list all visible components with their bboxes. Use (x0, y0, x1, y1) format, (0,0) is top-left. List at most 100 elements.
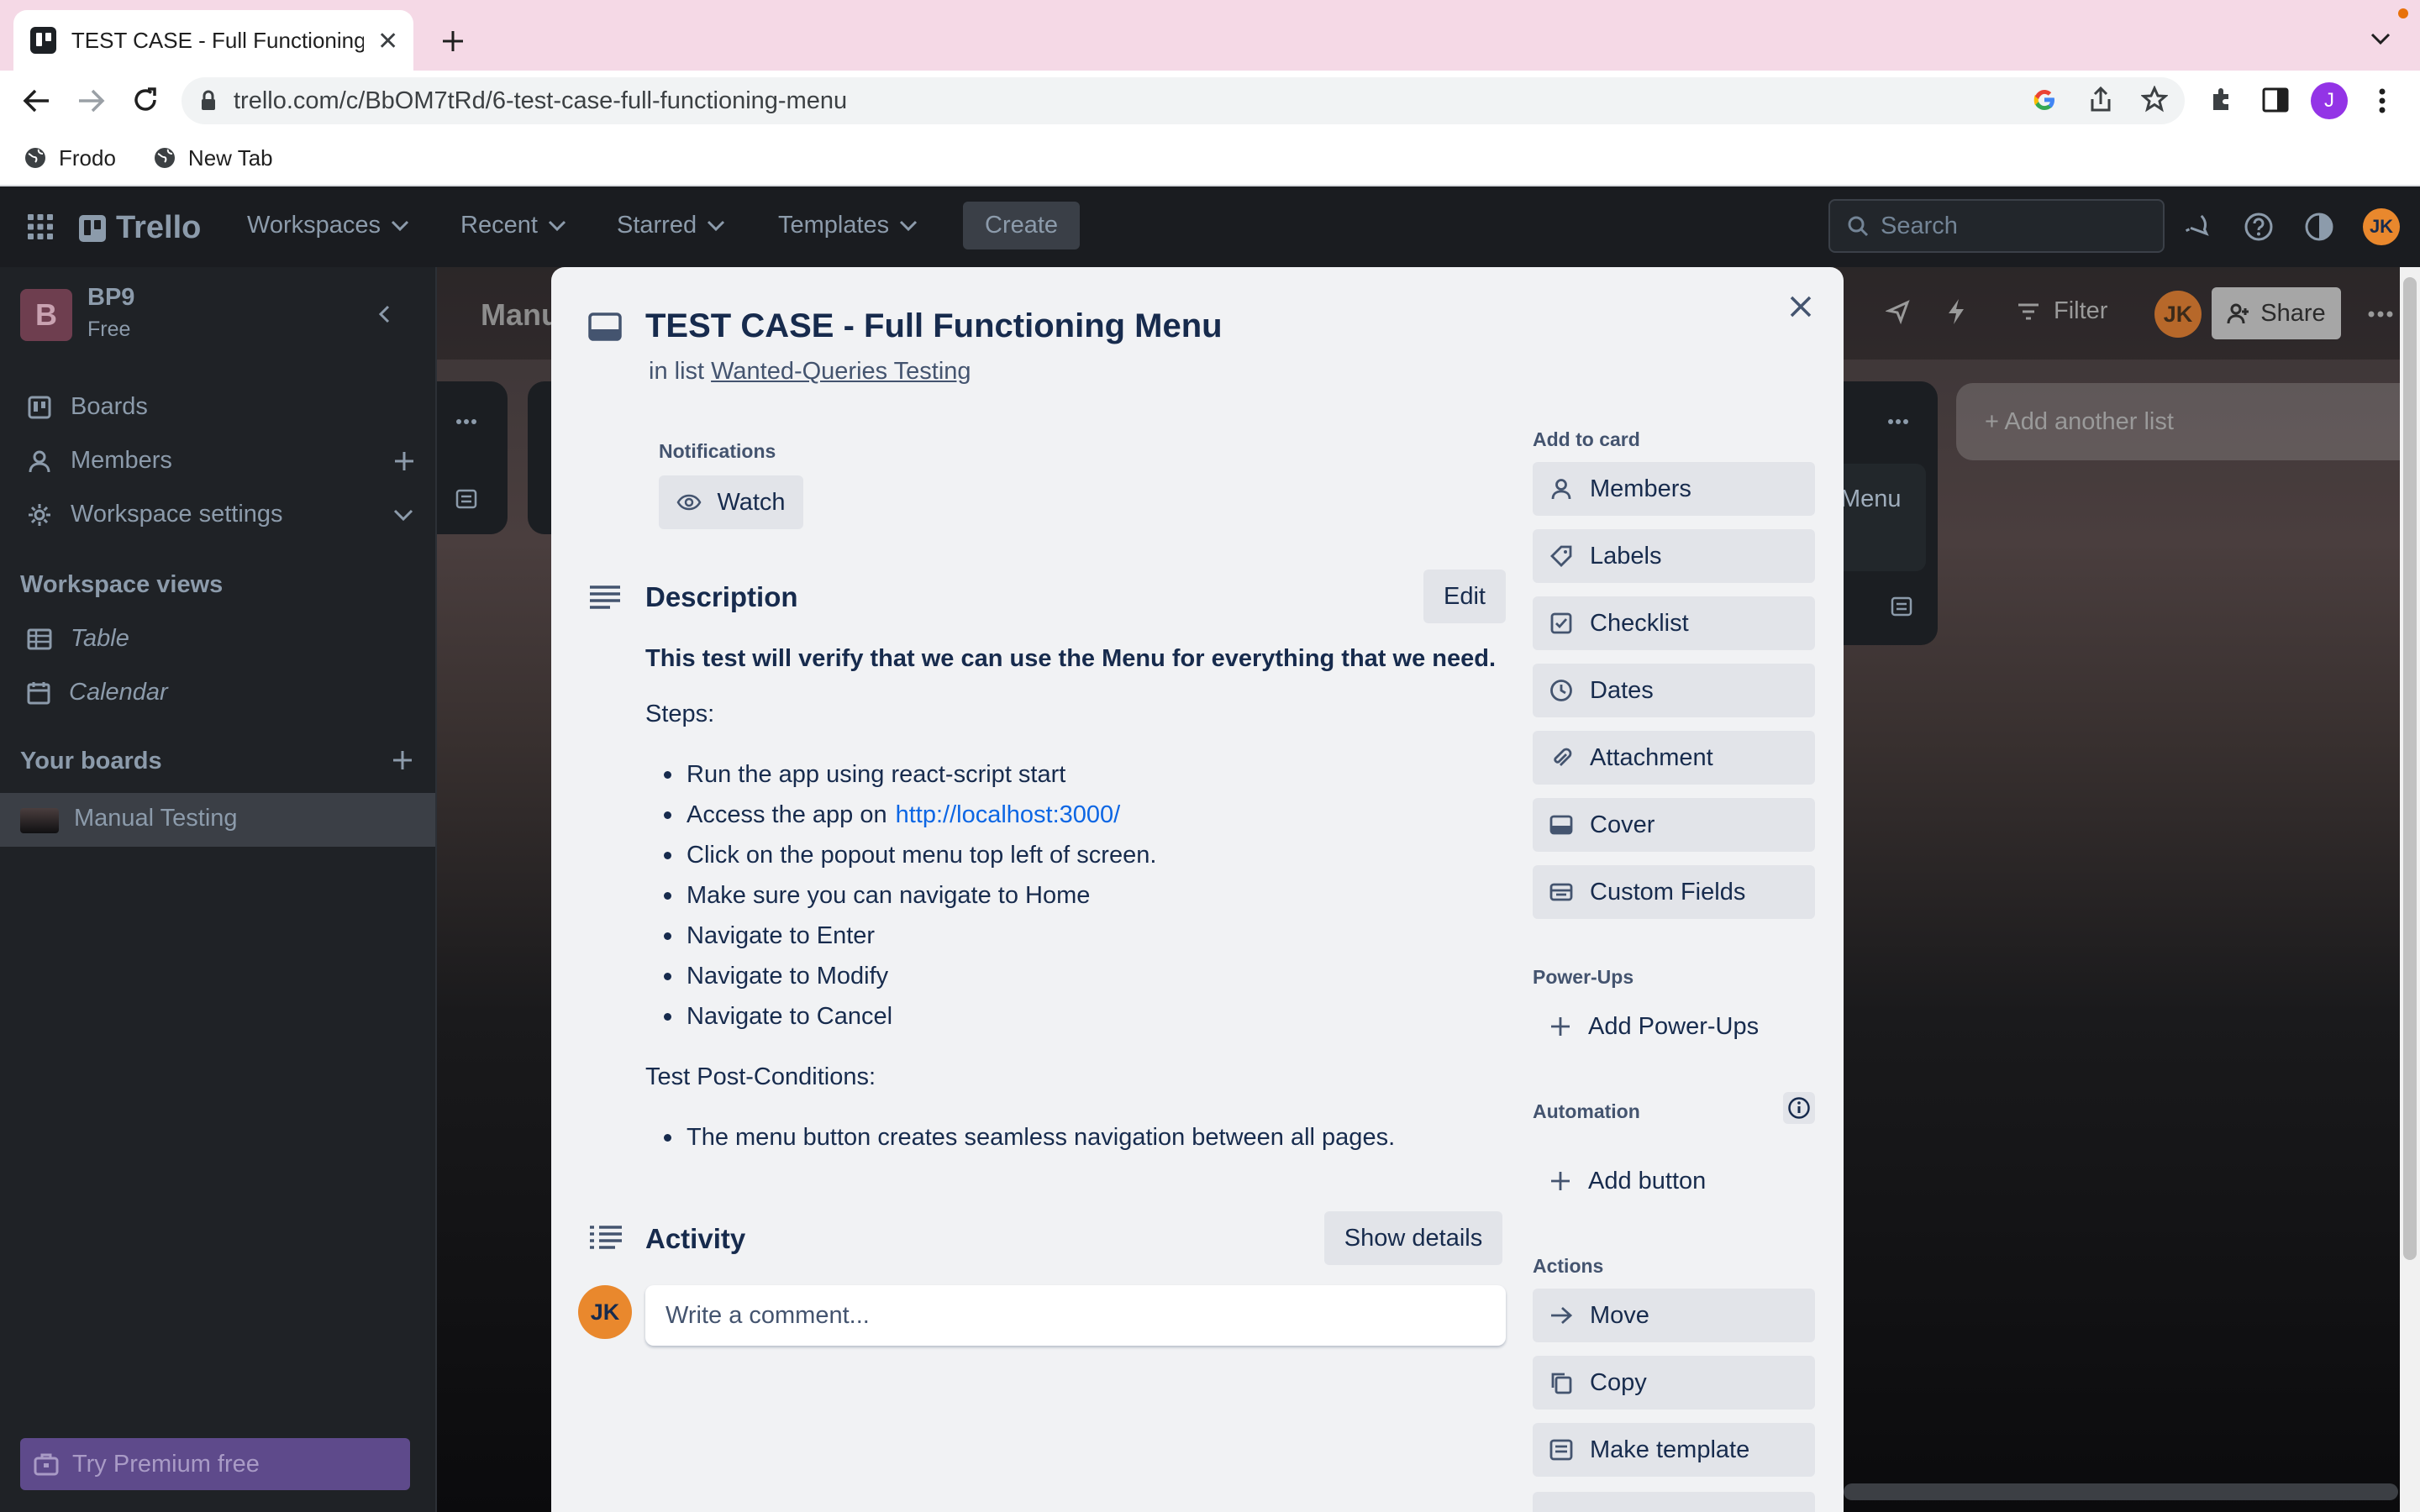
search-icon (1848, 216, 1869, 237)
browser-menu-icon[interactable] (2378, 87, 2386, 114)
app-switcher-grid-icon[interactable] (27, 213, 54, 240)
list-menu-dots-icon[interactable] (455, 418, 477, 425)
info-icon (1788, 1097, 1810, 1119)
collapse-sidebar-icon[interactable] (376, 304, 392, 324)
sidebar-item-calendar[interactable]: Calendar (27, 679, 168, 706)
board-horizontal-scrollbar[interactable] (1844, 1483, 2398, 1500)
step-text: Make sure you can navigate to Home (687, 882, 1091, 909)
list-link[interactable]: Wanted-Queries Testing (711, 358, 971, 386)
address-bar[interactable]: trello.com/c/BbOM7tRd/6-test-case-full-f… (182, 77, 2185, 124)
bookmark-star-icon[interactable] (2141, 86, 2168, 113)
bookmarks-bar: Frodo New Tab (0, 131, 2420, 186)
step-text: Navigate to Modify (687, 963, 889, 990)
page-scrollbar-thumb[interactable] (2403, 277, 2417, 1260)
board-thumbnail (20, 808, 59, 833)
next-action-button-partial[interactable] (1533, 1492, 1815, 1512)
move-button[interactable]: Move (1533, 1289, 1815, 1342)
button-label: Checklist (1590, 609, 1689, 637)
card-title[interactable]: TEST CASE - Full Functioning Menu (645, 307, 1223, 345)
step-item: Make sure you can navigate to Home (664, 882, 1090, 910)
trello-logo[interactable]: Trello (79, 210, 201, 246)
board-member-avatar[interactable]: JK (2154, 291, 2202, 338)
close-tab-icon[interactable] (379, 31, 397, 50)
share-page-icon[interactable] (2089, 86, 2112, 113)
help-icon[interactable] (2244, 212, 2274, 242)
google-icon[interactable] (2032, 87, 2057, 113)
automation-bolt-icon[interactable] (1946, 297, 1966, 326)
sidebar-item-workspace-settings[interactable]: Workspace settings (27, 501, 283, 528)
show-details-button[interactable]: Show details (1324, 1211, 1502, 1265)
your-boards-heading: Your boards (20, 748, 162, 774)
notifications-bell-icon[interactable] (2183, 212, 2212, 242)
automation-info-button[interactable] (1783, 1092, 1815, 1124)
custom-fields-button[interactable]: Custom Fields (1533, 865, 1815, 919)
tab-search-chevron-icon[interactable] (2370, 30, 2391, 47)
localhost-link[interactable]: http://localhost:3000/ (896, 801, 1121, 829)
card-template-icon[interactable] (455, 489, 477, 509)
labels-button[interactable]: Labels (1533, 529, 1815, 583)
nav-templates[interactable]: Templates (778, 212, 918, 239)
comment-input[interactable]: Write a comment... (645, 1285, 1506, 1346)
browser-tab[interactable]: TEST CASE - Full Functioning I (13, 10, 413, 71)
edit-description-button[interactable]: Edit (1423, 570, 1506, 623)
search-input[interactable]: Search (1828, 199, 2165, 253)
nav-recent[interactable]: Recent (460, 212, 566, 239)
user-avatar[interactable]: JK (2363, 208, 2400, 245)
filter-button[interactable]: Filter (2017, 297, 2107, 325)
nav-workspaces[interactable]: Workspaces (247, 212, 409, 239)
share-button[interactable]: Share (2212, 287, 2341, 339)
bookmark-frodo[interactable]: Frodo (24, 145, 116, 171)
power-up-rocket-icon[interactable] (1886, 299, 1911, 324)
template-icon (1549, 1439, 1573, 1461)
extensions-puzzle-icon[interactable] (2208, 86, 2235, 113)
reload-icon[interactable] (131, 86, 160, 114)
sidebar-item-table[interactable]: Table (27, 625, 129, 653)
bookmark-new-tab[interactable]: New Tab (153, 145, 273, 171)
back-arrow-icon[interactable] (22, 87, 50, 114)
sidebar-item-label: Workspace settings (71, 501, 283, 528)
step-item: Click on the popout menu top left of scr… (664, 842, 1156, 869)
workspace-views-heading: Workspace views (20, 571, 224, 598)
post-condition-text: The menu button creates seamless navigat… (687, 1124, 1396, 1151)
profile-avatar[interactable]: J (2311, 82, 2348, 119)
board-title[interactable]: Manu (481, 297, 560, 333)
board-menu-dots-icon[interactable] (2368, 311, 2393, 318)
add-board-plus-icon[interactable] (392, 749, 413, 771)
chevron-down-icon[interactable] (393, 509, 413, 521)
globe-icon (154, 148, 175, 168)
list-menu-dots-icon[interactable] (1887, 418, 1909, 425)
workspace-name: BP9 (87, 284, 135, 311)
checklist-button[interactable]: Checklist (1533, 596, 1815, 650)
side-panel-icon[interactable] (2262, 87, 2289, 113)
add-another-list-button[interactable]: + Add another list (1956, 383, 2402, 460)
update-dot-icon (2398, 8, 2408, 18)
clock-icon (1550, 680, 1572, 701)
bullet-dot (664, 771, 671, 779)
sidebar-item-boards[interactable]: Boards (27, 393, 148, 421)
watch-button[interactable]: Watch (659, 475, 803, 529)
nav-label: Starred (617, 212, 697, 239)
sidebar-item-members[interactable]: Members (27, 447, 172, 475)
add-member-plus-icon[interactable] (393, 450, 415, 472)
copy-button[interactable]: Copy (1533, 1356, 1815, 1410)
sidebar-item-label: Boards (71, 393, 148, 420)
forward-arrow-icon[interactable] (77, 87, 106, 114)
in-list-prefix: in list (649, 358, 705, 385)
add-power-ups-button[interactable]: Add Power-Ups (1533, 1000, 1815, 1053)
theme-toggle-icon[interactable] (2304, 212, 2334, 242)
attachment-button[interactable]: Attachment (1533, 731, 1815, 785)
cover-button[interactable]: Cover (1533, 798, 1815, 852)
members-button[interactable]: Members (1533, 462, 1815, 516)
add-automation-button[interactable]: Add button (1533, 1154, 1815, 1208)
create-button[interactable]: Create (963, 202, 1081, 249)
dates-button[interactable]: Dates (1533, 664, 1815, 717)
make-template-button[interactable]: Make template (1533, 1423, 1815, 1477)
nav-starred[interactable]: Starred (617, 212, 725, 239)
close-modal-icon[interactable] (1788, 294, 1813, 319)
try-premium-button[interactable]: Try Premium free (20, 1438, 410, 1490)
add-person-icon (2227, 303, 2249, 324)
button-label: Cover (1590, 811, 1655, 838)
new-tab-icon[interactable] (440, 29, 466, 54)
sidebar-board-manual-testing[interactable]: Manual Testing (0, 793, 435, 847)
card-template-icon[interactable] (1891, 596, 1912, 617)
